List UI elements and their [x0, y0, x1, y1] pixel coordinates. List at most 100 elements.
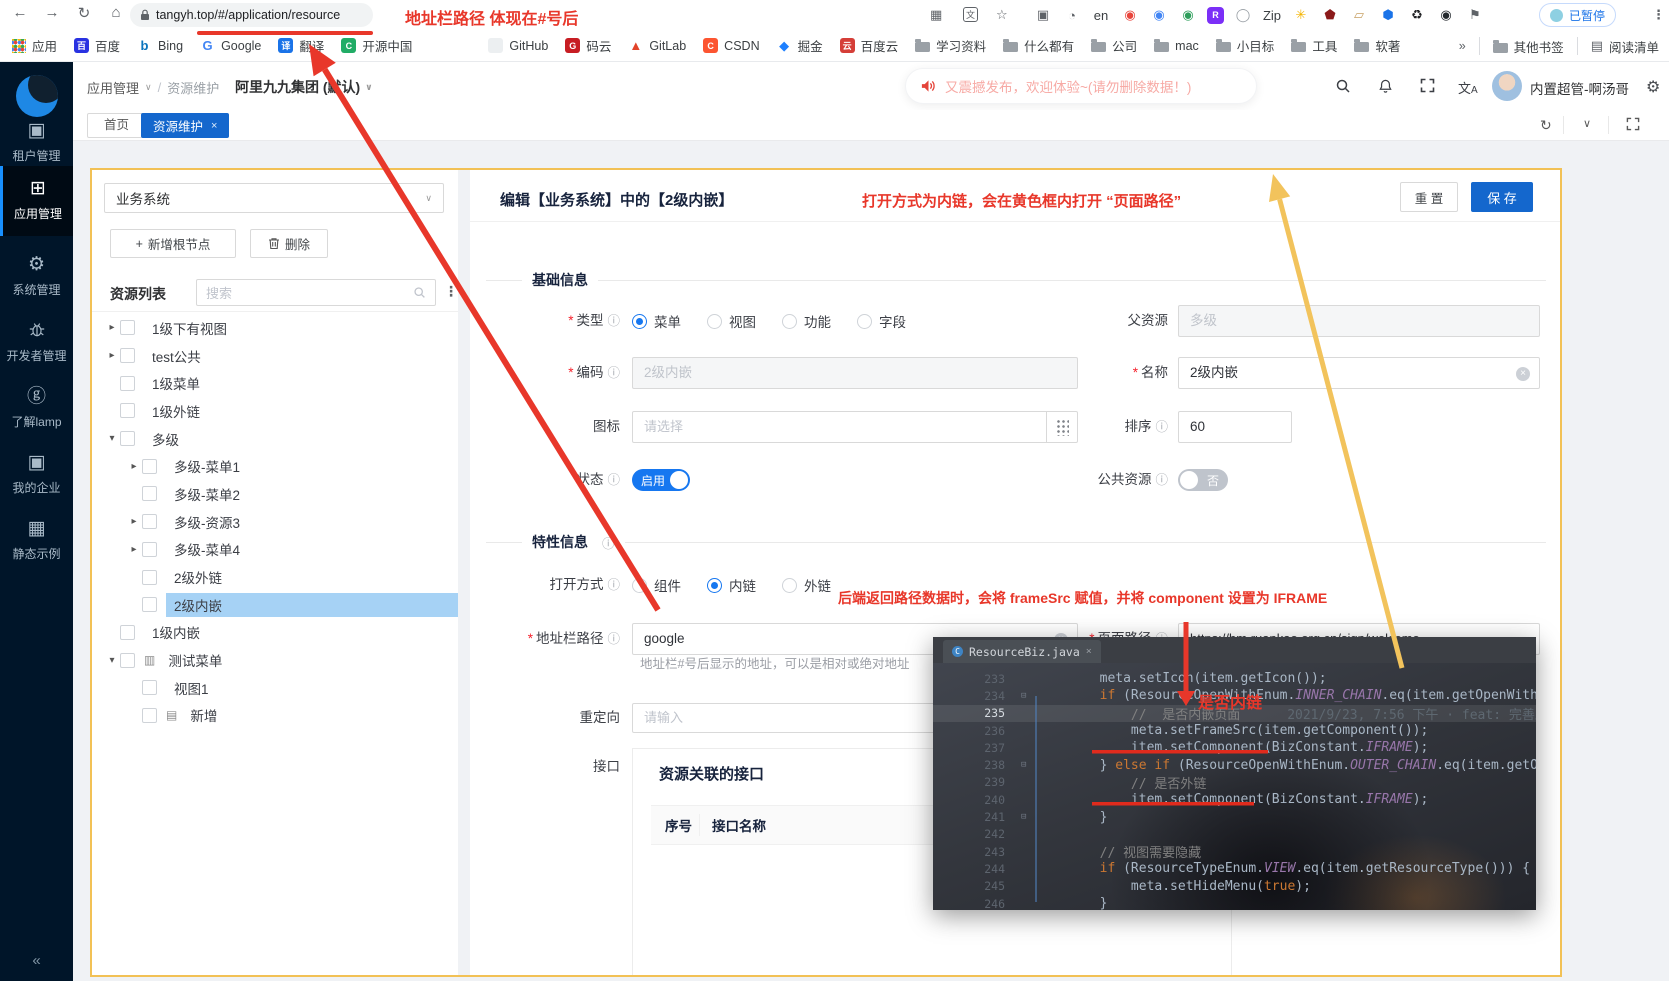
tree-row[interactable]: 2级内嵌	[92, 591, 458, 619]
tree-node-label[interactable]: 1级内嵌	[144, 620, 208, 644]
paused-button[interactable]: 已暂停	[1539, 3, 1616, 27]
bookmark-item[interactable]: GGoogle	[200, 38, 261, 53]
extension-icon[interactable]: Zip	[1262, 5, 1282, 25]
expand-icon[interactable]	[1626, 117, 1640, 134]
back-icon[interactable]: ←	[8, 4, 32, 21]
tree-caret-icon[interactable]: ▸	[126, 544, 142, 555]
reset-button[interactable]: 重 置	[1400, 182, 1458, 212]
tree-row[interactable]: ▤新增	[92, 702, 458, 730]
tree-node-label[interactable]: 1级菜单	[144, 371, 208, 395]
bookmark-item[interactable]: 学习资料	[915, 36, 986, 55]
tree-node-label[interactable]: 多级-菜单4	[166, 537, 248, 561]
tree-row[interactable]: 1级外链	[92, 397, 458, 425]
tree-checkbox[interactable]	[120, 653, 135, 668]
more-actions-icon[interactable]: ⋮	[444, 283, 458, 300]
clear-icon[interactable]: ×	[1516, 367, 1530, 381]
tenant-select[interactable]: 阿里九九集团 (默认) ∨	[235, 77, 373, 97]
bookmark-item[interactable]: 公司	[1091, 36, 1137, 55]
status-toggle[interactable]: 启用	[632, 469, 690, 491]
close-icon[interactable]: ×	[211, 120, 217, 132]
extension-icon[interactable]: ◉	[1120, 5, 1140, 25]
sidebar-item-tenant-frame[interactable]: ▣租户管理	[0, 120, 73, 164]
other-bookmarks-button[interactable]: 其他书签	[1493, 37, 1564, 56]
tree-caret-icon[interactable]: ▸	[104, 350, 120, 361]
tree-node-label[interactable]: 多级-资源3	[166, 510, 248, 534]
tree-checkbox[interactable]	[142, 680, 157, 695]
bookmark-item[interactable]: 什么都有	[1003, 36, 1074, 55]
tab-home[interactable]: 首页	[87, 113, 146, 138]
open-mode-radio-option[interactable]: 内链	[707, 575, 756, 595]
open-mode-radio-option[interactable]: 组件	[632, 575, 681, 595]
bookmarks-overflow-icon[interactable]: »	[1459, 39, 1466, 53]
bookmark-item[interactable]: 云百度云	[840, 36, 899, 55]
tree-checkbox[interactable]	[142, 486, 157, 501]
bookmark-item[interactable]: 百百度	[74, 36, 120, 55]
sidebar-item-table[interactable]: ▦静态示例	[0, 518, 73, 562]
tree-checkbox[interactable]	[120, 376, 135, 391]
tree-row[interactable]: ▸ 多级-菜单4	[92, 536, 458, 564]
tree-checkbox[interactable]	[142, 708, 157, 723]
extension-icon[interactable]: ✳	[1291, 5, 1311, 25]
username[interactable]: 内置超管-啊汤哥	[1530, 78, 1629, 98]
bookmark-item[interactable]: 工具	[1291, 36, 1337, 55]
tree-node-label[interactable]: test公共	[144, 344, 209, 368]
bookmark-item[interactable]: mac	[1154, 39, 1199, 53]
bookmark-item[interactable]: CCSDN	[703, 38, 759, 53]
extension-icon[interactable]: en	[1091, 5, 1111, 25]
tree-node-label[interactable]: 1级外链	[144, 399, 208, 423]
refresh-icon[interactable]: ↻	[1540, 117, 1552, 134]
breadcrumb-app[interactable]: 应用管理	[87, 78, 139, 97]
tree-checkbox[interactable]	[142, 570, 157, 585]
tree-caret-icon[interactable]: ▸	[126, 461, 142, 472]
tree-row[interactable]: 多级-菜单2	[92, 480, 458, 508]
name-input[interactable]: 2级内嵌 ×	[1178, 357, 1540, 389]
tree-row[interactable]: 2级外链	[92, 563, 458, 591]
system-select[interactable]: 业务系统 ∨	[104, 183, 444, 213]
extension-icon[interactable]: R	[1207, 7, 1224, 24]
bookmark-item[interactable]: bBing	[137, 38, 183, 53]
fullscreen-icon[interactable]	[1420, 78, 1435, 98]
tree-search-input[interactable]: 搜索	[196, 279, 436, 306]
chevron-down-icon[interactable]: ∨	[1583, 117, 1591, 130]
type-radio-option[interactable]: 菜单	[632, 311, 681, 331]
tree-checkbox[interactable]	[120, 431, 135, 446]
tree-checkbox[interactable]	[142, 597, 157, 612]
browser-menu-icon[interactable]: ⋮	[1652, 7, 1665, 23]
tree-caret-icon[interactable]: ▸	[126, 516, 142, 527]
bookmark-item[interactable]: 译翻译	[278, 36, 324, 55]
tree-node-label[interactable]: 2级内嵌	[166, 593, 458, 617]
bookmark-item[interactable]: G码云	[565, 36, 611, 55]
extension-icon[interactable]: ⬢	[1378, 5, 1398, 25]
tree-row[interactable]: ▾ 多级	[92, 425, 458, 453]
tree-checkbox[interactable]	[142, 459, 157, 474]
tree-checkbox[interactable]	[120, 625, 135, 640]
tree-node-label[interactable]: 多级	[144, 427, 187, 451]
tree-caret-icon[interactable]: ▾	[104, 655, 120, 666]
sidebar-item-gear[interactable]: ⚙系统管理	[0, 254, 73, 298]
tree-caret-icon[interactable]: ▾	[104, 433, 120, 444]
bell-icon[interactable]	[1378, 78, 1393, 99]
delete-button[interactable]: 删除	[250, 229, 328, 258]
tree-checkbox[interactable]	[142, 542, 157, 557]
tree-row[interactable]: ▸1级下有视图	[92, 314, 458, 342]
bookmark-item[interactable]: ◆掘金	[777, 36, 823, 55]
extension-icon[interactable]: ▱	[1349, 5, 1369, 25]
extension-icon[interactable]: ◔	[1062, 5, 1082, 25]
extension-icon[interactable]: ⬟	[1320, 5, 1340, 25]
tree-row[interactable]: 视图1	[92, 674, 458, 702]
public-toggle[interactable]: 否	[1178, 469, 1228, 491]
reading-list-button[interactable]: ▤阅读清单	[1591, 37, 1659, 56]
parent-input[interactable]: 多级	[1178, 305, 1540, 337]
forward-icon[interactable]: →	[40, 4, 64, 21]
bookmark-item[interactable]: 软著	[1354, 36, 1400, 55]
avatar[interactable]	[1492, 71, 1522, 101]
tree-node-label[interactable]: 多级-菜单2	[166, 482, 248, 506]
sidebar-item-bug[interactable]: 开发者管理	[0, 320, 73, 364]
type-radio-option[interactable]: 功能	[782, 311, 831, 331]
tab-resource-active[interactable]: 资源维护 ×	[141, 113, 229, 138]
tree-checkbox[interactable]	[120, 348, 135, 363]
tree-node-label[interactable]: 多级-菜单1	[166, 454, 248, 478]
add-root-button[interactable]: + 新增根节点	[110, 229, 236, 258]
sort-input[interactable]: 60	[1178, 411, 1292, 443]
tree-row[interactable]: ▸ 多级-菜单1	[92, 452, 458, 480]
